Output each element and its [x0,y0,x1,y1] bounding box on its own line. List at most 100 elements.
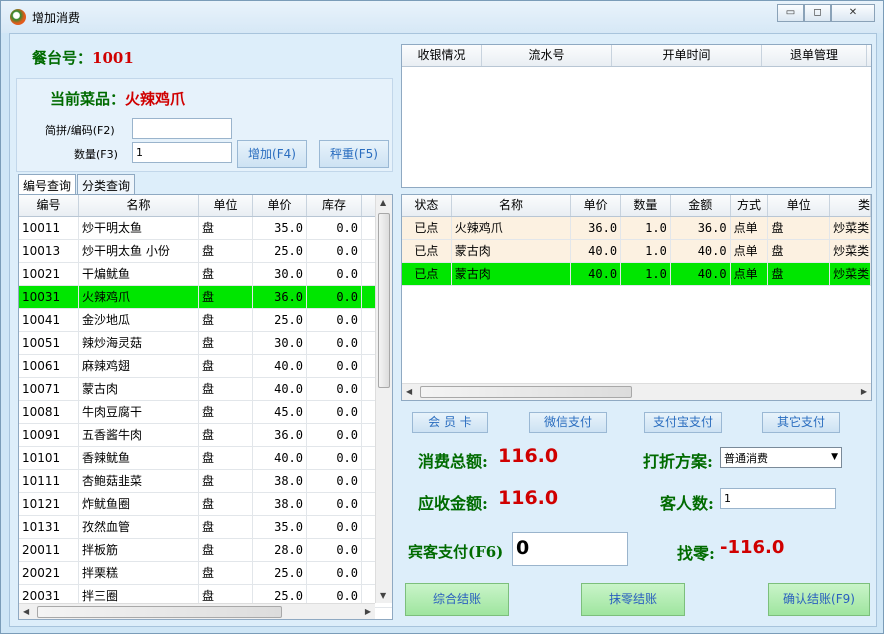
cell-code: 10011 [19,217,79,239]
add-button[interactable]: 增加(F4) [237,140,307,168]
col-amount[interactable]: 金额 [671,195,731,216]
col-status[interactable]: 状态 [402,195,452,216]
cell-code: 10111 [19,470,79,492]
table-row[interactable]: 10131 孜然血管盘 35.0 0.0 [19,516,392,539]
col-unit[interactable]: 单位 [199,195,253,216]
other-pay-button[interactable]: 其它支付 [762,412,840,433]
cell-category: 炒菜类 [830,263,871,285]
col-code[interactable]: 编号 [19,195,79,216]
col-category[interactable]: 类 [830,195,871,216]
order-grid-hscroll[interactable]: ◀ ▶ [402,383,871,400]
guests-input[interactable]: 1 [720,488,836,509]
table-row[interactable]: 10071 蒙古肉盘 40.0 0.0 [19,378,392,401]
table-row[interactable]: 20021 拌栗糕盘 25.0 0.0 [19,562,392,585]
scroll-left-icon[interactable]: ◀ [23,607,29,616]
code-field-label: 简拼/编码(F2) [45,124,115,137]
main-panel: 餐台号：1001 当前菜品：火辣鸡爪 简拼/编码(F2) 数量(F3) 1 增加… [9,33,877,627]
scroll-thumb[interactable] [378,213,390,388]
close-icon[interactable]: ✕ [831,4,875,22]
cell-name: 拌板筋 [79,539,199,561]
cell-code: 20011 [19,539,79,561]
table-row[interactable]: 10061 麻辣鸡翅盘 40.0 0.0 [19,355,392,378]
due-value: 116.0 [498,487,559,509]
col-name[interactable]: 名称 [79,195,199,216]
cell-unit-price: 36.0 [571,217,622,239]
cell-stock: 0.0 [307,470,362,492]
table-row[interactable]: 10041 金沙地瓜盘 25.0 0.0 [19,309,392,332]
table-row[interactable]: 10111 杏鲍菇韭菜盘 38.0 0.0 [19,470,392,493]
round-off-checkout-button[interactable]: 抹零结账 [581,583,685,616]
order-row[interactable]: 已点 火辣鸡爪 36.0 1.0 36.0 点单盘炒菜类 [402,217,871,240]
dish-grid-vscroll[interactable]: ▲ ▼ [375,195,392,603]
cell-unit: 盘 [199,286,253,308]
cell-name: 拌栗糕 [79,562,199,584]
minimize-icon[interactable]: ▭ [777,4,804,22]
cell-name: 香辣鱿鱼 [79,447,199,469]
order-scroll-right-icon[interactable]: ▶ [861,387,867,396]
table-row[interactable]: 10101 香辣鱿鱼盘 40.0 0.0 [19,447,392,470]
col-refund[interactable]: 退单管理 [762,45,867,66]
table-row[interactable]: 10021 干煸鱿鱼盘 30.0 0.0 [19,263,392,286]
col-serial[interactable]: 流水号 [482,45,612,66]
maximize-icon[interactable]: ◻ [804,4,831,22]
tab-code-search[interactable]: 编号查询 [18,174,77,196]
dish-grid-hscroll[interactable]: ◀ ▶ [19,603,375,619]
code-input[interactable] [132,118,232,139]
guest-pay-input[interactable]: 0 [512,532,628,566]
cell-name: 炸鱿鱼圈 [79,493,199,515]
scroll-right-icon[interactable]: ▶ [365,607,371,616]
order-hscroll-thumb[interactable] [420,386,632,398]
col-open-time[interactable]: 开单时间 [612,45,762,66]
col-method[interactable]: 方式 [731,195,769,216]
window-title: 增加消费 [32,11,81,25]
cell-status: 已点 [402,240,452,262]
wechat-pay-button[interactable]: 微信支付 [529,412,607,433]
cell-name: 金沙地瓜 [79,309,199,331]
col-stock[interactable]: 库存 [307,195,362,216]
cell-stock: 0.0 [307,217,362,239]
cell-code: 10091 [19,424,79,446]
quantity-input[interactable]: 1 [132,142,232,163]
cell-unit: 盘 [199,309,253,331]
cell-unit: 盘 [199,470,253,492]
table-row[interactable]: 20011 拌板筋盘 28.0 0.0 [19,539,392,562]
cell-code: 10031 [19,286,79,308]
col-price[interactable]: 单价 [253,195,307,216]
table-row[interactable]: 10121 炸鱿鱼圈盘 38.0 0.0 [19,493,392,516]
weigh-button[interactable]: 秤重(F5) [319,140,389,168]
cell-unit: 盘 [199,240,253,262]
cell-unit: 盘 [199,355,253,377]
col-qty[interactable]: 数量 [621,195,671,216]
cell-price: 25.0 [253,562,307,584]
order-row[interactable]: 已点 蒙古肉 40.0 1.0 40.0 点单盘炒菜类 [402,263,871,286]
col-dish-name[interactable]: 名称 [452,195,572,216]
table-row[interactable]: 10011 炒干明太鱼盘 35.0 0.0 [19,217,392,240]
cell-amount: 40.0 [671,240,731,262]
due-label: 应收金额: [418,494,488,513]
current-dish-value: 火辣鸡爪 [125,90,186,108]
alipay-button[interactable]: 支付宝支付 [644,412,722,433]
col-order-unit[interactable]: 单位 [768,195,831,216]
total-label: 消费总额: [418,452,488,471]
table-row[interactable]: 10013 炒干明太鱼 小份盘 25.0 0.0 [19,240,392,263]
dish-grid-body: 10011 炒干明太鱼盘 35.0 0.0 10013 炒干明太鱼 小份盘 25.0 0.0 1… [19,217,392,608]
col-unit-price[interactable]: 单价 [571,195,622,216]
scroll-down-icon[interactable]: ▼ [380,591,386,600]
order-scroll-left-icon[interactable]: ◀ [406,387,412,396]
confirm-checkout-button[interactable]: 确认结账(F9) [768,583,870,616]
combined-checkout-button[interactable]: 综合结账 [405,583,509,616]
scroll-up-icon[interactable]: ▲ [380,198,386,207]
table-row[interactable]: 10051 辣炒海灵菇盘 30.0 0.0 [19,332,392,355]
col-cashier-status[interactable]: 收银情况 [402,45,482,66]
order-row[interactable]: 已点 蒙古肉 40.0 1.0 40.0 点单盘炒菜类 [402,240,871,263]
table-row[interactable]: 10031 火辣鸡爪盘 36.0 0.0 [19,286,392,309]
table-row[interactable]: 10091 五香酱牛肉盘 36.0 0.0 [19,424,392,447]
hscroll-thumb[interactable] [37,606,282,618]
tab-category-search[interactable]: 分类查询 [77,174,136,196]
member-card-button[interactable]: 会 员 卡 [412,412,488,433]
discount-select[interactable]: 普通消费 ▼ [720,447,842,468]
table-number: 餐台号：1001 [32,47,134,68]
table-row[interactable]: 10081 牛肉豆腐干盘 45.0 0.0 [19,401,392,424]
cell-price: 36.0 [253,286,307,308]
cell-unit: 盘 [199,493,253,515]
